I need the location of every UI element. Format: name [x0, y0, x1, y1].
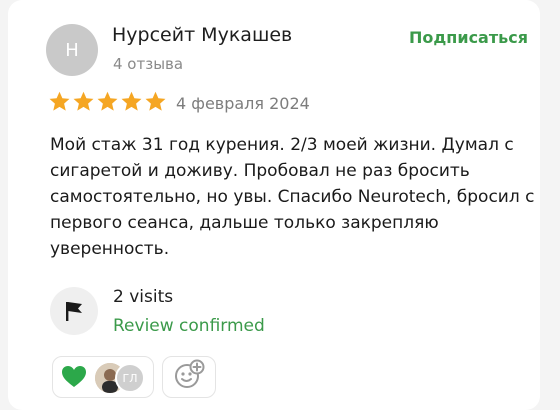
star-rating: [48, 90, 167, 113]
visits-count: 2 visits: [113, 287, 174, 307]
add-reaction-icon: [172, 359, 206, 395]
review-confirmed-status: Review confirmed: [113, 316, 265, 336]
star-icon: [120, 90, 143, 113]
subscribe-button[interactable]: Подписаться: [409, 28, 528, 47]
star-icon: [96, 90, 119, 113]
author-initial: Н: [65, 39, 79, 61]
review-text: Мой стаж 31 год курения. 2/3 моей жизни.…: [50, 135, 535, 259]
star-icon: [144, 90, 167, 113]
green-heart-icon: [61, 365, 87, 393]
author-name[interactable]: Нурсейт Мукашев: [112, 24, 292, 46]
star-icon: [48, 90, 71, 113]
author-avatar[interactable]: Н: [46, 24, 98, 76]
add-reaction-button[interactable]: [162, 356, 216, 398]
author-reviews-count: 4 отзыва: [113, 55, 184, 73]
star-icon: [72, 90, 95, 113]
reactor-avatar-initials: ГЛ: [115, 363, 145, 393]
review-date: 4 февраля 2024: [176, 94, 310, 113]
reactions-button[interactable]: ГЛ: [52, 356, 154, 398]
review-card: Н Нурсейт Мукашев 4 отзыва Подписаться 4…: [8, 0, 540, 410]
flag-icon: [50, 287, 98, 335]
